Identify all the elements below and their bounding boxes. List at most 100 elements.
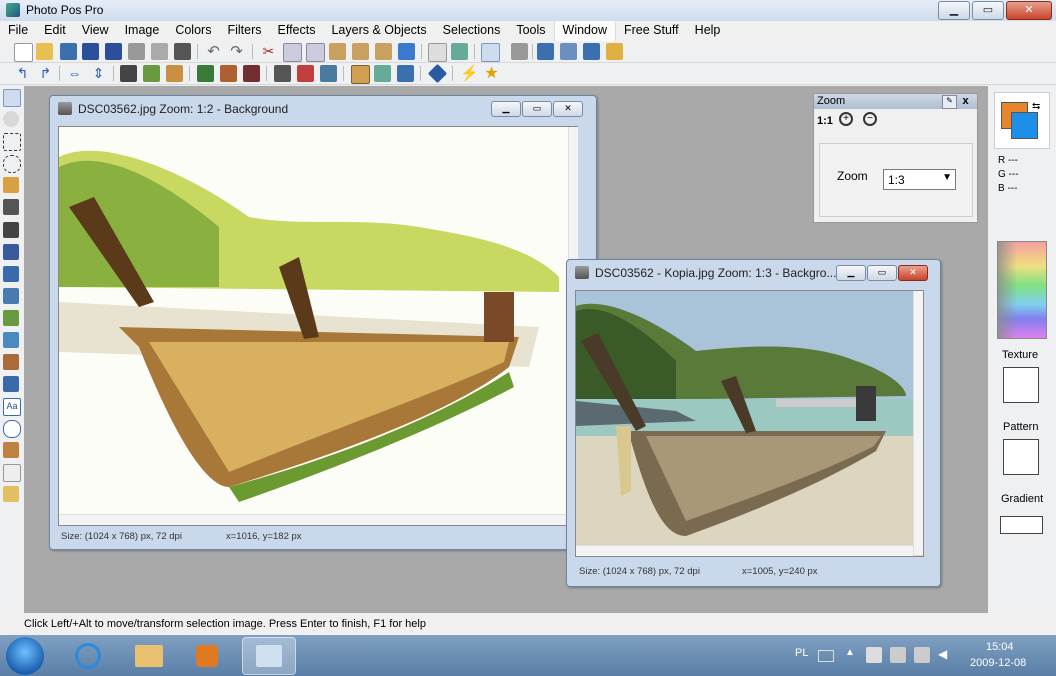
copy-icon[interactable] (283, 43, 302, 62)
layer-icon[interactable] (120, 65, 137, 82)
background-color[interactable] (1011, 112, 1038, 139)
texture-swatch[interactable] (1003, 367, 1039, 403)
lasso-select-icon[interactable] (3, 155, 21, 173)
document-window-1[interactable]: DSC03562.jpg Zoom: 1:2 - Background ▁ ▭ … (49, 95, 597, 550)
paste-new-icon[interactable] (352, 43, 369, 60)
menu-view[interactable]: View (74, 21, 117, 41)
doc1-horizontal-scrollbar[interactable] (59, 514, 568, 525)
magic-wand-icon[interactable] (3, 177, 19, 193)
retouch-icon[interactable] (3, 310, 19, 326)
network-icon[interactable] (914, 647, 930, 663)
minimize-button[interactable]: ▁ (938, 1, 970, 20)
rotate-right-icon[interactable]: ↱ (37, 65, 54, 82)
menu-window[interactable]: Window (553, 21, 616, 41)
save-icon[interactable] (82, 43, 99, 60)
volume-muted-icon[interactable]: ◀ (938, 647, 954, 663)
window-icon[interactable] (583, 43, 600, 60)
menu-image[interactable]: Image (117, 21, 168, 41)
maximize-button[interactable]: ▭ (972, 1, 1004, 20)
move-tool-icon[interactable] (3, 89, 21, 107)
monitor-icon[interactable] (398, 43, 415, 60)
open-folder-icon[interactable] (36, 43, 53, 60)
eraser-icon[interactable] (3, 464, 21, 482)
picture-icon[interactable] (297, 65, 314, 82)
close-button[interactable]: ✕ (1006, 1, 1052, 20)
zoom-panel-close-button[interactable]: x (959, 95, 972, 107)
doc2-vertical-scrollbar[interactable] (913, 291, 923, 555)
batch-icon[interactable] (451, 43, 468, 60)
save-as-icon[interactable] (105, 43, 122, 60)
text-tool-icon[interactable]: Aa (3, 398, 21, 416)
texture-icon[interactable] (374, 65, 391, 82)
color-palette[interactable] (997, 241, 1047, 339)
canvas-size-icon[interactable] (166, 65, 183, 82)
eyedropper-icon[interactable] (3, 442, 19, 458)
tools-toggle-icon[interactable] (481, 43, 500, 62)
document-window-2[interactable]: DSC03562 - Kopia.jpg Zoom: 1:3 - Backgro… (566, 259, 941, 587)
restore-icon[interactable] (560, 43, 577, 60)
menu-tools[interactable]: Tools (508, 21, 553, 41)
menu-filters[interactable]: Filters (219, 21, 269, 41)
usb-icon[interactable] (890, 647, 906, 663)
new-file-icon[interactable] (14, 43, 33, 62)
menu-free-stuff[interactable]: Free Stuff (616, 21, 687, 41)
pin-icon[interactable]: ✎ (942, 95, 957, 109)
doc1-close-button[interactable]: ✕ (553, 101, 583, 117)
pattern-swatch[interactable] (1003, 439, 1039, 475)
grid-icon[interactable] (537, 43, 554, 60)
photo-pos-pro-taskbar-button[interactable] (242, 637, 296, 675)
rotate-left-icon[interactable]: ↰ (14, 65, 31, 82)
doc2-maximize-button[interactable]: ▭ (867, 265, 897, 281)
magic-eraser-icon[interactable] (3, 486, 19, 502)
print-preview-icon[interactable] (151, 43, 168, 60)
rect-select-icon[interactable] (3, 133, 21, 151)
undo-icon[interactable]: ↶ (205, 43, 222, 60)
menu-file[interactable]: File (0, 21, 36, 41)
image-size-icon[interactable] (143, 65, 160, 82)
effects-icon[interactable] (243, 65, 260, 82)
fill-bucket-icon[interactable] (3, 376, 19, 392)
redo-icon[interactable]: ↷ (228, 43, 245, 60)
doc2-close-button[interactable]: ✕ (898, 265, 928, 281)
scenery-icon[interactable] (397, 65, 414, 82)
start-button[interactable] (6, 637, 44, 675)
media-player-icon[interactable] (181, 637, 233, 673)
menu-layers-objects[interactable]: Layers & Objects (323, 21, 434, 41)
doc1-minimize-button[interactable]: ▁ (491, 101, 521, 117)
menu-edit[interactable]: Edit (36, 21, 74, 41)
paste-layer-icon[interactable] (375, 43, 392, 60)
doc2-horizontal-scrollbar[interactable] (576, 545, 913, 556)
paste-icon[interactable] (329, 43, 346, 60)
flip-horizontal-icon[interactable]: ⇔ (66, 65, 83, 82)
language-indicator[interactable]: PL (795, 647, 808, 659)
shape-tool-icon[interactable] (3, 420, 21, 438)
zoom-select[interactable]: 1:3 ▼ (883, 169, 956, 190)
clock-time[interactable]: 15:04 (986, 641, 1014, 653)
gradient-swatch[interactable] (1000, 516, 1043, 534)
zoom-out-icon[interactable]: − (863, 112, 877, 126)
lightning-icon[interactable]: ⚡ (460, 65, 479, 82)
crop-icon[interactable] (3, 199, 19, 215)
brush-icon[interactable] (3, 244, 19, 260)
internet-explorer-icon[interactable] (63, 637, 115, 673)
image-info-icon[interactable] (428, 43, 447, 62)
diamond-icon[interactable] (427, 63, 448, 84)
cut-icon[interactable]: ✂ (260, 43, 277, 60)
red-eye-icon[interactable] (3, 354, 19, 370)
print-icon[interactable] (128, 43, 145, 60)
show-hidden-icons-icon[interactable]: ▲ (845, 647, 855, 658)
frame-icon[interactable] (351, 65, 370, 84)
photo-icon[interactable] (274, 65, 291, 82)
doc2-canvas[interactable] (575, 290, 924, 557)
copy-merged-icon[interactable] (306, 43, 325, 62)
ruler-icon[interactable] (606, 43, 623, 60)
airbrush-icon[interactable] (3, 266, 19, 282)
menu-help[interactable]: Help (687, 21, 729, 41)
clock-date[interactable]: 2009-12-08 (970, 657, 1026, 669)
menu-effects[interactable]: Effects (269, 21, 323, 41)
flip-vertical-icon[interactable]: ⇕ (90, 65, 107, 82)
swap-colors-icon[interactable]: ⇆ (1032, 101, 1040, 112)
settings-icon[interactable] (511, 43, 528, 60)
colors-icon[interactable] (220, 65, 237, 82)
landscape-icon[interactable] (320, 65, 337, 82)
